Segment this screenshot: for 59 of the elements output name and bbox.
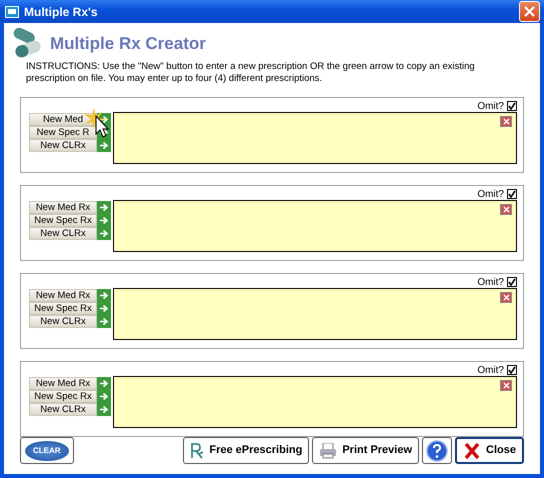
new-rx-button[interactable]: New Spec R bbox=[29, 126, 97, 139]
omit-checkbox[interactable] bbox=[507, 189, 517, 199]
remove-button[interactable] bbox=[500, 292, 512, 303]
omit-checkbox[interactable] bbox=[507, 277, 517, 287]
new-rx-button[interactable]: New CLRx bbox=[29, 139, 97, 152]
check-icon bbox=[508, 190, 516, 198]
eprescribing-button[interactable]: Free ePrescribing bbox=[183, 437, 310, 464]
arrow-icon bbox=[99, 405, 109, 414]
new-rx-button[interactable]: New CLRx bbox=[29, 227, 97, 240]
new-rx-button[interactable]: New Med Rx bbox=[29, 289, 97, 302]
arrow-icon bbox=[99, 304, 109, 313]
dialog-heading: Multiple Rx Creator bbox=[50, 33, 206, 56]
arrow-icon bbox=[99, 203, 109, 212]
close-icon bbox=[502, 382, 510, 389]
arrow-icon bbox=[99, 141, 109, 150]
omit-checkbox[interactable] bbox=[507, 101, 517, 111]
arrow-icon bbox=[99, 392, 109, 401]
instructions-text: INSTRUCTIONS: Use the "New" button to enter a new prescription OR the green arrow to copy an existing prescription on file. You may enter up to four (4) different prescriptions. bbox=[26, 61, 476, 85]
help-button[interactable] bbox=[422, 437, 452, 464]
arrow-icon bbox=[99, 216, 109, 225]
print-preview-button[interactable]: Print Preview bbox=[312, 437, 420, 464]
close-icon bbox=[502, 118, 510, 125]
new-rx-button[interactable]: New CLRx bbox=[29, 403, 97, 416]
remove-button[interactable] bbox=[500, 116, 512, 127]
help-icon bbox=[426, 440, 448, 462]
new-rx-button[interactable]: New Med Rx bbox=[29, 201, 97, 214]
remove-button[interactable] bbox=[500, 380, 512, 391]
arrow-icon bbox=[99, 379, 109, 388]
new-rx-button[interactable]: New Spec Rx bbox=[29, 390, 97, 403]
printer-icon bbox=[319, 442, 338, 458]
app-icon bbox=[5, 6, 19, 18]
arrow-icon bbox=[99, 229, 109, 238]
arrow-icon bbox=[99, 291, 109, 300]
close-icon bbox=[463, 442, 482, 460]
close-button[interactable]: Close bbox=[455, 437, 524, 464]
new-rx-button[interactable]: New Med bbox=[29, 113, 97, 126]
check-icon bbox=[508, 102, 516, 110]
arrow-icon bbox=[99, 317, 109, 326]
omit-label: Omit? bbox=[477, 276, 504, 290]
new-rx-button[interactable]: New Med Rx bbox=[29, 377, 97, 390]
omit-checkbox[interactable] bbox=[507, 365, 517, 375]
arrow-icon bbox=[99, 115, 109, 124]
close-icon bbox=[524, 6, 535, 17]
check-icon bbox=[508, 278, 516, 286]
new-rx-button[interactable]: New CLRx bbox=[29, 315, 97, 328]
close-button[interactable] bbox=[519, 1, 540, 22]
omit-label: Omit? bbox=[477, 364, 504, 378]
new-rx-button[interactable]: New Spec Rx bbox=[29, 214, 97, 227]
omit-label: Omit? bbox=[477, 100, 504, 114]
omit-label: Omit? bbox=[477, 188, 504, 202]
rx-icon bbox=[190, 442, 204, 458]
clear-button[interactable]: CLEAR bbox=[20, 437, 74, 464]
new-rx-button[interactable]: New Spec Rx bbox=[29, 302, 97, 315]
check-icon bbox=[508, 366, 516, 374]
arrow-icon bbox=[99, 128, 109, 137]
close-icon bbox=[502, 206, 510, 213]
window-title: Multiple Rx's bbox=[24, 4, 99, 20]
remove-button[interactable] bbox=[500, 204, 512, 215]
close-icon bbox=[502, 294, 510, 301]
